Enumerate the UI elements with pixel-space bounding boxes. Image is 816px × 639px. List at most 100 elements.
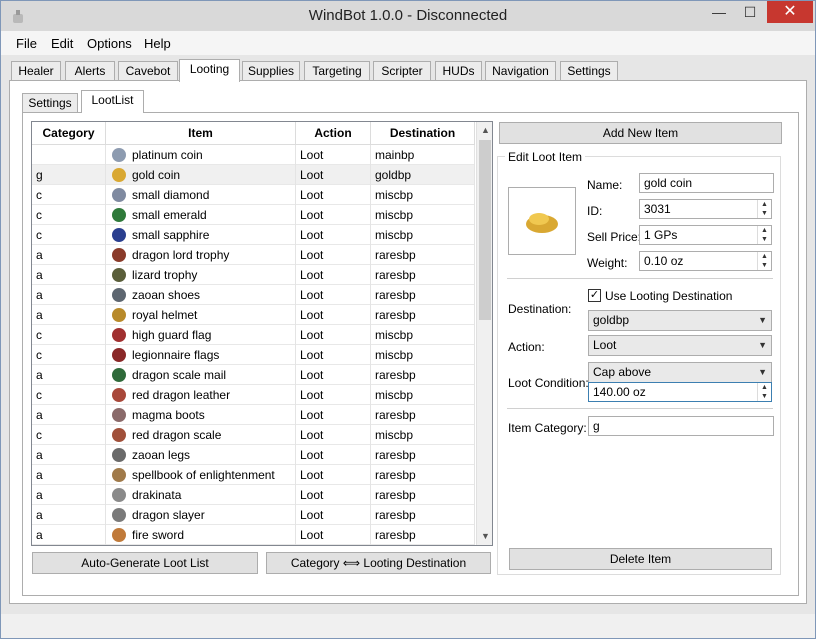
- cell-action: Loot: [296, 145, 371, 165]
- table-row[interactable]: a zaoan shoes Loot raresbp: [32, 285, 475, 305]
- table-row[interactable]: c small sapphire Loot miscbp: [32, 225, 475, 245]
- use-looting-destination-checkbox[interactable]: ✓: [588, 289, 601, 302]
- table-row[interactable]: a royal helmet Loot raresbp: [32, 305, 475, 325]
- table-row[interactable]: a dragon scale mail Loot raresbp: [32, 365, 475, 385]
- cell-item-name: spellbook of enlightenment: [132, 468, 275, 482]
- header-destination[interactable]: Destination: [371, 122, 475, 145]
- cell-action: Loot: [296, 385, 371, 405]
- menu-bar: File Edit Options Help: [1, 31, 815, 55]
- cell-item-name: high guard flag: [132, 328, 212, 342]
- category-destination-button[interactable]: Category ⟺ Looting Destination: [266, 552, 491, 574]
- close-button[interactable]: ✕: [767, 1, 813, 23]
- menu-file[interactable]: File: [16, 36, 37, 51]
- condition-amount-spinner[interactable]: ▲ ▼: [757, 383, 771, 401]
- cell-item: red dragon leather: [106, 385, 296, 405]
- table-row[interactable]: c red dragon leather Loot miscbp: [32, 385, 475, 405]
- cell-destination: miscbp: [371, 185, 475, 205]
- tab-supplies[interactable]: Supplies: [242, 61, 300, 81]
- table-row[interactable]: a zaoan legs Loot raresbp: [32, 445, 475, 465]
- menu-options[interactable]: Options: [87, 36, 132, 51]
- action-select[interactable]: Loot ▼: [588, 335, 772, 356]
- table-scrollbar[interactable]: ▲ ▼: [476, 122, 492, 545]
- loot-table[interactable]: Category Item Action Destination platinu…: [31, 121, 493, 546]
- cell-item: zaoan legs: [106, 445, 296, 465]
- gold-coin-icon: [526, 213, 558, 233]
- tab-alerts[interactable]: Alerts: [65, 61, 115, 81]
- loot-condition-value: Cap above: [593, 365, 652, 379]
- item-icon: [112, 428, 126, 442]
- id-field[interactable]: 3031: [639, 199, 772, 219]
- table-row[interactable]: a lizard trophy Loot raresbp: [32, 265, 475, 285]
- cell-item: fire sword: [106, 525, 296, 545]
- scroll-thumb[interactable]: [479, 140, 491, 320]
- item-icon: [112, 448, 126, 462]
- item-category-field[interactable]: g: [588, 416, 774, 436]
- use-looting-destination-label: Use Looting Destination: [605, 289, 733, 303]
- cell-category: c: [32, 325, 106, 345]
- cell-destination: miscbp: [371, 225, 475, 245]
- table-row[interactable]: g gold coin Loot goldbp: [32, 165, 475, 185]
- cell-item: royal helmet: [106, 305, 296, 325]
- table-row[interactable]: c red dragon scale Loot miscbp: [32, 425, 475, 445]
- table-row[interactable]: platinum coin Loot mainbp: [32, 145, 475, 165]
- maximize-button[interactable]: ☐: [735, 1, 765, 23]
- sell-price-spinner[interactable]: ▲ ▼: [757, 226, 771, 244]
- table-row[interactable]: c legionnaire flags Loot miscbp: [32, 345, 475, 365]
- table-row[interactable]: a fire sword Loot raresbp: [32, 525, 475, 545]
- cell-action: Loot: [296, 225, 371, 245]
- header-action[interactable]: Action: [296, 122, 371, 145]
- tab-navigation[interactable]: Navigation: [485, 61, 556, 81]
- item-icon: [112, 308, 126, 322]
- scroll-up-arrow[interactable]: ▲: [477, 122, 492, 138]
- cell-destination: goldbp: [371, 165, 475, 185]
- table-row[interactable]: a spellbook of enlightenment Loot raresbp: [32, 465, 475, 485]
- table-row[interactable]: c small emerald Loot miscbp: [32, 205, 475, 225]
- table-row[interactable]: c high guard flag Loot miscbp: [32, 325, 475, 345]
- action-label: Action:: [508, 340, 545, 354]
- cell-action: Loot: [296, 405, 371, 425]
- tab-scripter[interactable]: Scripter: [373, 61, 431, 81]
- menu-edit[interactable]: Edit: [51, 36, 73, 51]
- item-icon: [112, 228, 126, 242]
- cell-category: c: [32, 345, 106, 365]
- loot-condition-select[interactable]: Cap above ▼: [588, 362, 772, 383]
- delete-item-button[interactable]: Delete Item: [509, 548, 772, 570]
- table-row[interactable]: a magma boots Loot raresbp: [32, 405, 475, 425]
- cell-category: c: [32, 425, 106, 445]
- header-category[interactable]: Category: [32, 122, 106, 145]
- table-header: Category Item Action Destination: [32, 122, 475, 145]
- loot-condition-amount[interactable]: 140.00 oz: [588, 382, 772, 402]
- item-image: [508, 187, 576, 255]
- weight-spinner[interactable]: ▲ ▼: [757, 252, 771, 270]
- destination-select[interactable]: goldbp ▼: [588, 310, 772, 331]
- item-icon: [112, 408, 126, 422]
- name-field[interactable]: gold coin: [639, 173, 774, 193]
- tab-looting[interactable]: Looting: [179, 59, 240, 82]
- subtab-settings[interactable]: Settings: [22, 93, 78, 113]
- tab-huds[interactable]: HUDs: [435, 61, 482, 81]
- table-row[interactable]: a dragon lord trophy Loot raresbp: [32, 245, 475, 265]
- table-row[interactable]: a dragon slayer Loot raresbp: [32, 505, 475, 525]
- table-row[interactable]: a drakinata Loot raresbp: [32, 485, 475, 505]
- item-icon: [112, 368, 126, 382]
- item-icon: [112, 488, 126, 502]
- auto-generate-button[interactable]: Auto-Generate Loot List: [32, 552, 258, 574]
- tab-settings[interactable]: Settings: [560, 61, 618, 81]
- chevron-down-icon: ▼: [758, 340, 767, 350]
- add-new-item-button[interactable]: Add New Item: [499, 122, 782, 144]
- menu-help[interactable]: Help: [144, 36, 171, 51]
- header-item[interactable]: Item: [106, 122, 296, 145]
- tab-healer[interactable]: Healer: [11, 61, 61, 81]
- table-row[interactable]: c small diamond Loot miscbp: [32, 185, 475, 205]
- tab-targeting[interactable]: Targeting: [304, 61, 370, 81]
- id-spinner[interactable]: ▲ ▼: [757, 200, 771, 218]
- scroll-down-arrow[interactable]: ▼: [477, 528, 492, 544]
- weight-field[interactable]: 0.10 oz: [639, 251, 772, 271]
- sell-price-field[interactable]: 1 GPs: [639, 225, 772, 245]
- minimize-button[interactable]: —: [704, 1, 734, 23]
- cell-item: small diamond: [106, 185, 296, 205]
- subtab-lootlist[interactable]: LootList: [81, 90, 144, 113]
- cell-category: c: [32, 185, 106, 205]
- tab-cavebot[interactable]: Cavebot: [118, 61, 178, 81]
- title-bar: WindBot 1.0.0 - Disconnected — ☐ ✕: [1, 1, 815, 31]
